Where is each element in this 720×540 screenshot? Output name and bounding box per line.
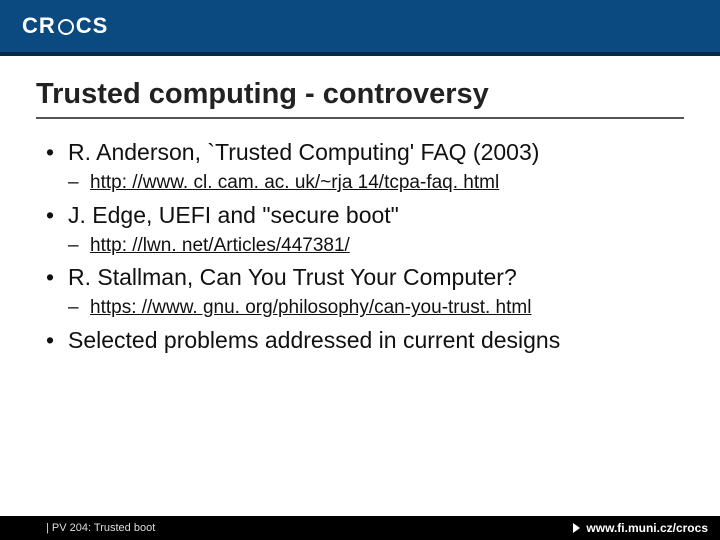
sub-item: http: //lwn. net/Articles/447381/ xyxy=(68,233,684,259)
list-item: J. Edge, UEFI and "secure boot" http: //… xyxy=(42,200,684,259)
item-text: R. Anderson, `Trusted Computing' FAQ (20… xyxy=(68,139,539,165)
item-text: Selected problems addressed in current d… xyxy=(68,327,560,353)
sub-list: http: //www. cl. cam. ac. uk/~rja 14/tcp… xyxy=(68,170,684,196)
item-text: J. Edge, UEFI and "secure boot" xyxy=(68,202,399,228)
logo: CR CS xyxy=(22,13,108,39)
list-item: R. Anderson, `Trusted Computing' FAQ (20… xyxy=(42,137,684,196)
sub-item: https: //www. gnu. org/philosophy/can-yo… xyxy=(68,295,684,321)
footer-bar: | PV 204: Trusted boot www.fi.muni.cz/cr… xyxy=(0,516,720,540)
item-text: R. Stallman, Can You Trust Your Computer… xyxy=(68,264,517,290)
slide-content: Trusted computing - controversy R. Ander… xyxy=(0,56,720,356)
reference-link[interactable]: http: //lwn. net/Articles/447381/ xyxy=(90,235,350,256)
logo-text-left: CR xyxy=(22,13,56,39)
arrow-icon xyxy=(573,523,580,533)
bullet-list: R. Anderson, `Trusted Computing' FAQ (20… xyxy=(36,137,684,356)
logo-ring-icon xyxy=(58,19,74,35)
footer-right: www.fi.muni.cz/crocs xyxy=(573,521,708,535)
sub-list: https: //www. gnu. org/philosophy/can-yo… xyxy=(68,295,684,321)
reference-link[interactable]: https: //www. gnu. org/philosophy/can-yo… xyxy=(90,297,531,318)
sub-item: http: //www. cl. cam. ac. uk/~rja 14/tcp… xyxy=(68,170,684,196)
list-item: R. Stallman, Can You Trust Your Computer… xyxy=(42,262,684,321)
reference-link[interactable]: http: //www. cl. cam. ac. uk/~rja 14/tcp… xyxy=(90,172,499,193)
list-item: Selected problems addressed in current d… xyxy=(42,325,684,356)
logo-text-right: CS xyxy=(76,13,109,39)
header-bar: CR CS xyxy=(0,0,720,56)
sub-list: http: //lwn. net/Articles/447381/ xyxy=(68,233,684,259)
footer-url: www.fi.muni.cz/crocs xyxy=(586,521,708,535)
footer-left: | PV 204: Trusted boot xyxy=(46,522,155,534)
slide-title: Trusted computing - controversy xyxy=(36,78,684,119)
